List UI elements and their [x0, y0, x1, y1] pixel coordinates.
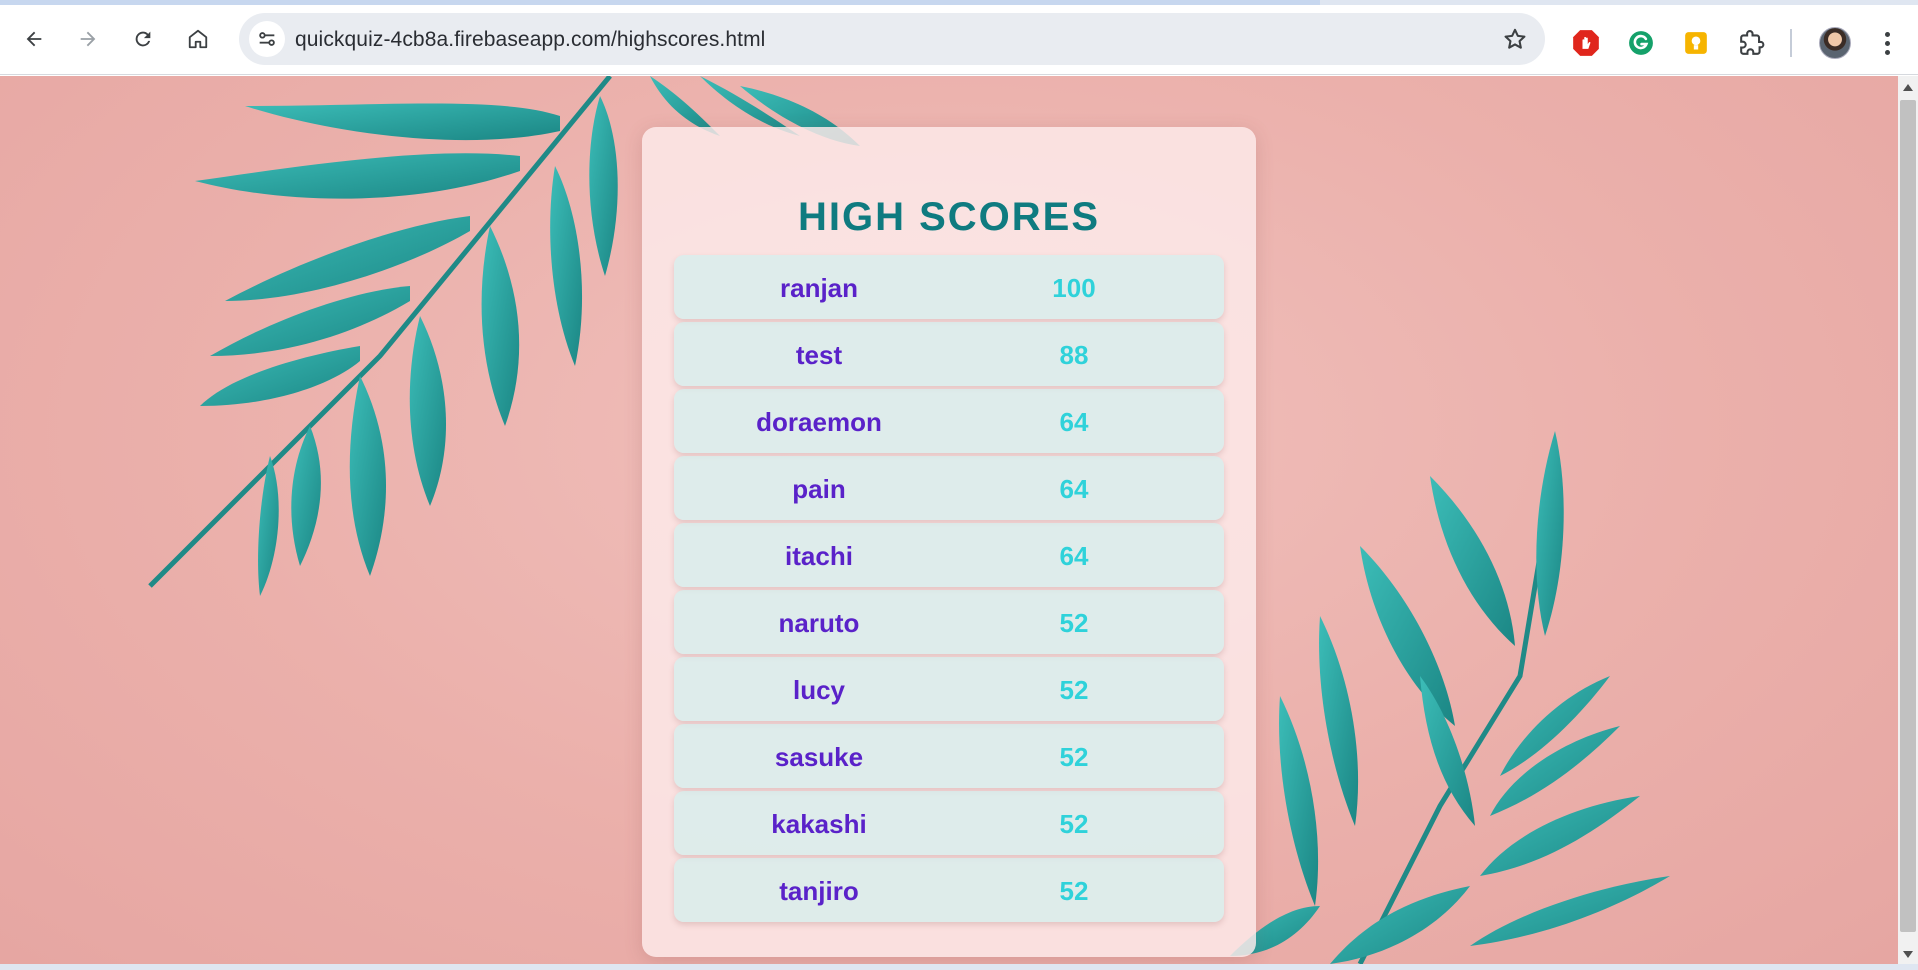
- player-name: tanjiro: [779, 876, 859, 906]
- score-row: sasuke 52: [674, 724, 1224, 788]
- score-row: pain 64: [674, 456, 1224, 520]
- adblock-icon: [1573, 30, 1599, 56]
- player-name: kakashi: [771, 809, 867, 839]
- player-name: test: [795, 340, 843, 370]
- high-scores-list: ranjan 100 test 88 doraemon 64 pain 64 i…: [674, 255, 1224, 925]
- keep-extension-button[interactable]: [1681, 28, 1711, 58]
- reload-button[interactable]: [125, 21, 161, 57]
- player-name: naruto: [778, 608, 860, 638]
- scroll-down-arrow-icon[interactable]: [1903, 951, 1913, 958]
- page-scrollbar[interactable]: [1898, 76, 1918, 964]
- browser-toolbar: quickquiz-4cb8a.firebaseapp.com/highscor…: [0, 5, 1918, 75]
- player-name: doraemon: [756, 407, 882, 437]
- site-settings-icon: [259, 32, 275, 46]
- back-button[interactable]: [16, 21, 52, 57]
- score-row: naruto 52: [674, 590, 1224, 654]
- player-name: ranjan: [779, 273, 859, 303]
- player-score: 52: [1059, 809, 1089, 839]
- leaf-branch-bottom-right: [1230, 431, 1670, 964]
- forward-icon: [80, 31, 96, 47]
- score-row: lucy 52: [674, 657, 1224, 721]
- player-score: 52: [1059, 876, 1089, 906]
- player-score: 64: [1059, 474, 1089, 504]
- player-score: 52: [1059, 608, 1089, 638]
- extensions-button[interactable]: [1737, 28, 1767, 58]
- high-scores-card: HIGH SCORES ranjan 100 test 88 doraemon …: [642, 127, 1256, 957]
- player-score: 64: [1059, 541, 1089, 571]
- profile-avatar[interactable]: [1819, 27, 1851, 59]
- grammarly-extension-button[interactable]: [1626, 28, 1656, 58]
- score-row: doraemon 64: [674, 389, 1224, 453]
- score-row: ranjan 100: [674, 255, 1224, 319]
- scroll-up-arrow-icon[interactable]: [1903, 84, 1913, 91]
- player-name: lucy: [792, 675, 846, 705]
- site-settings-button[interactable]: [249, 21, 285, 57]
- bookmark-star-icon: [1504, 28, 1526, 49]
- reload-icon: [135, 31, 151, 47]
- forward-button[interactable]: [70, 21, 106, 57]
- window-bottom-edge: [0, 964, 1918, 970]
- score-row: tanjiro 52: [674, 858, 1224, 922]
- more-menu-icon: [1884, 31, 1890, 37]
- player-name: itachi: [785, 541, 853, 571]
- score-row: itachi 64: [674, 523, 1224, 587]
- toolbar-divider: [1790, 29, 1792, 57]
- bookmark-button[interactable]: [1501, 25, 1529, 53]
- page-viewport: HIGH SCORES ranjan 100 test 88 doraemon …: [0, 76, 1898, 964]
- back-icon: [26, 31, 42, 47]
- home-icon: [188, 29, 208, 49]
- scrollbar-thumb[interactable]: [1900, 100, 1916, 932]
- player-name: pain: [792, 474, 846, 504]
- score-row: kakashi 52: [674, 791, 1224, 855]
- player-score: 88: [1059, 340, 1089, 370]
- adblock-extension-button[interactable]: [1571, 28, 1601, 58]
- home-button[interactable]: [180, 21, 216, 57]
- address-bar[interactable]: quickquiz-4cb8a.firebaseapp.com/highscor…: [239, 13, 1545, 65]
- score-row: test 88: [674, 322, 1224, 386]
- extensions-icon: [1740, 30, 1765, 55]
- grammarly-icon: [1629, 31, 1653, 55]
- player-score: 52: [1059, 742, 1089, 772]
- page-title: HIGH SCORES: [797, 195, 1101, 239]
- more-menu-button[interactable]: [1872, 25, 1902, 61]
- url-text[interactable]: quickquiz-4cb8a.firebaseapp.com/highscor…: [295, 28, 765, 52]
- keep-notes-icon: [1685, 32, 1707, 54]
- player-score: 100: [1052, 273, 1096, 303]
- player-score: 52: [1059, 675, 1089, 705]
- player-score: 64: [1059, 407, 1089, 437]
- player-name: sasuke: [774, 742, 864, 772]
